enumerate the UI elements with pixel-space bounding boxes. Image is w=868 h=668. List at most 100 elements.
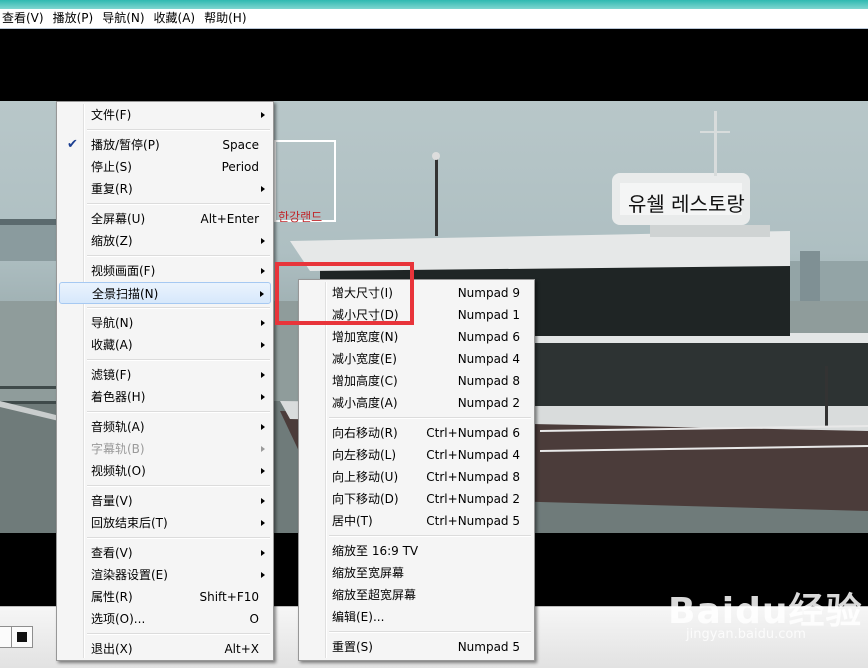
menu-item-label: 播放/暂停(P) bbox=[91, 138, 160, 152]
menu-item-label: 重复(R) bbox=[91, 182, 133, 196]
menu-item-r-27[interactable]: 属性(R) Shift+F10 bbox=[59, 586, 271, 608]
menu-separator bbox=[329, 631, 531, 633]
menu-item-v-22[interactable]: 音量(V) bbox=[59, 490, 271, 512]
menu-item-shortcut: Period bbox=[221, 160, 259, 174]
menu-item-label: 收藏(A) bbox=[91, 338, 133, 352]
menu-separator bbox=[87, 129, 270, 131]
submenu-arrow-icon bbox=[261, 394, 265, 400]
submenu-arrow-icon bbox=[261, 424, 265, 430]
menu-item-shortcut: Numpad 4 bbox=[457, 352, 520, 366]
menu-item-n-2[interactable]: 增加宽度(N) Numpad 6 bbox=[301, 326, 532, 348]
menu-item-o-28[interactable]: 选项(O)... O bbox=[59, 608, 271, 630]
menubar-favorites[interactable]: 收藏(A) bbox=[151, 9, 202, 28]
menu-item-a-5[interactable]: 减小高度(A) Numpad 2 bbox=[301, 392, 532, 414]
submenu-arrow-icon bbox=[261, 446, 265, 452]
menu-item-label: 重置(S) bbox=[332, 640, 373, 654]
menu-item-l-8[interactable]: 向左移动(L) Ctrl+Numpad 4 bbox=[301, 444, 532, 466]
menu-item-shortcut: Numpad 6 bbox=[457, 330, 520, 344]
menu-item-f-0[interactable]: 文件(F) bbox=[59, 104, 271, 126]
menu-item-label: 缩放至 16:9 TV bbox=[332, 544, 419, 558]
menu-item-label: 回放结束后(T) bbox=[91, 516, 168, 530]
menu-item-item-14[interactable]: 缩放至宽屏幕 bbox=[301, 562, 532, 584]
menu-bar: 查看(V) 播放(P) 导航(N) 收藏(A) 帮助(H) bbox=[0, 9, 868, 29]
menu-item-shortcut: Ctrl+Numpad 5 bbox=[426, 514, 520, 528]
menu-item-f-9[interactable]: 视频画面(F) bbox=[59, 260, 271, 282]
menu-item-item-15[interactable]: 缩放至超宽屏幕 bbox=[301, 584, 532, 606]
menu-item-label: 减小宽度(E) bbox=[332, 352, 397, 366]
menu-item-label: 向左移动(L) bbox=[332, 448, 397, 462]
menu-item-shortcut: Numpad 5 bbox=[457, 640, 520, 654]
menu-item-s-18[interactable]: 重置(S) Numpad 5 bbox=[301, 636, 532, 658]
submenu-arrow-icon bbox=[261, 238, 265, 244]
menu-separator bbox=[87, 359, 270, 361]
menubar-navigate[interactable]: 导航(N) bbox=[99, 9, 150, 28]
submenu-arrow-icon bbox=[261, 372, 265, 378]
menu-item-f-15[interactable]: 滤镜(F) bbox=[59, 364, 271, 386]
menu-item-e-26[interactable]: 渲染器设置(E) bbox=[59, 564, 271, 586]
context-menu: 文件(F) ✔ 播放/暂停(P) Space 停止(S) Period 重复(R) 全屏幕(U… bbox=[56, 101, 274, 661]
menu-separator bbox=[87, 485, 270, 487]
menu-item-o-20[interactable]: 视频轨(O) bbox=[59, 460, 271, 482]
menu-item-h-16[interactable]: 着色器(H) bbox=[59, 386, 271, 408]
menu-item-e-3[interactable]: 减小宽度(E) Numpad 4 bbox=[301, 348, 532, 370]
menu-item-c-4[interactable]: 增加高度(C) Numpad 8 bbox=[301, 370, 532, 392]
menu-item-u-9[interactable]: 向上移动(U) Ctrl+Numpad 8 bbox=[301, 466, 532, 488]
menubar-view[interactable]: 查看(V) bbox=[0, 9, 50, 28]
submenu-arrow-icon bbox=[261, 112, 265, 118]
menu-item-label: 向上移动(U) bbox=[332, 470, 399, 484]
menu-item-label: 属性(R) bbox=[91, 590, 133, 604]
pan-scan-submenu: 增大尺寸(I) Numpad 9 减小尺寸(D) Numpad 1 增加宽度(N) Num… bbox=[298, 279, 535, 661]
boat-sign: 유쉘 레스토랑 bbox=[628, 192, 745, 216]
menu-separator bbox=[87, 633, 270, 635]
submenu-arrow-icon bbox=[261, 320, 265, 326]
menu-item-v-25[interactable]: 查看(V) bbox=[59, 542, 271, 564]
menu-item-z-7[interactable]: 缩放(Z) bbox=[59, 230, 271, 252]
window-title-strip bbox=[0, 0, 868, 9]
menu-item-t-11[interactable]: 居中(T) Ctrl+Numpad 5 bbox=[301, 510, 532, 532]
menubar-play[interactable]: 播放(P) bbox=[50, 9, 100, 28]
menu-item-r-4[interactable]: 重复(R) bbox=[59, 178, 271, 200]
menu-item-e-16[interactable]: 编辑(E)... bbox=[301, 606, 532, 628]
menu-item-r-7[interactable]: 向右移动(R) Ctrl+Numpad 6 bbox=[301, 422, 532, 444]
menu-item-shortcut: Alt+Enter bbox=[200, 212, 259, 226]
menu-item-shortcut: Ctrl+Numpad 8 bbox=[426, 470, 520, 484]
menu-item-a-13[interactable]: 收藏(A) bbox=[59, 334, 271, 356]
baidu-watermark: Baidu经验 jingyan.baidu.com bbox=[668, 572, 863, 652]
menu-item-label: 退出(X) bbox=[91, 642, 133, 656]
menu-item-x-30[interactable]: 退出(X) Alt+X bbox=[59, 638, 271, 660]
menu-item-label: 滤镜(F) bbox=[91, 368, 132, 382]
watermark-url: jingyan.baidu.com bbox=[686, 627, 806, 642]
menu-item-label: 向右移动(R) bbox=[332, 426, 398, 440]
menu-item-label: 停止(S) bbox=[91, 160, 132, 174]
menu-item-label: 着色器(H) bbox=[91, 390, 146, 404]
menu-item-shortcut: Ctrl+Numpad 6 bbox=[426, 426, 520, 440]
submenu-arrow-icon bbox=[261, 520, 265, 526]
menu-item-16-9-tv-13[interactable]: 缩放至 16:9 TV bbox=[301, 540, 532, 562]
menu-separator bbox=[87, 411, 270, 413]
menu-item-label: 音量(V) bbox=[91, 494, 133, 508]
menu-item-n-10[interactable]: 全景扫描(N) bbox=[59, 282, 271, 304]
menu-separator bbox=[329, 535, 531, 537]
menu-item-label: 增加高度(C) bbox=[332, 374, 398, 388]
menubar-help[interactable]: 帮助(H) bbox=[201, 9, 252, 28]
menu-item-label: 增加宽度(N) bbox=[332, 330, 399, 344]
menu-item-a-18[interactable]: 音频轨(A) bbox=[59, 416, 271, 438]
menu-item-label: 缩放(Z) bbox=[91, 234, 133, 248]
menu-item-label: 文件(F) bbox=[91, 108, 132, 122]
stop-button[interactable] bbox=[11, 626, 33, 648]
menu-item-n-12[interactable]: 导航(N) bbox=[59, 312, 271, 334]
menu-separator bbox=[87, 203, 270, 205]
menu-item-label: 减小高度(A) bbox=[332, 396, 398, 410]
menu-item-label: 音频轨(A) bbox=[91, 420, 145, 434]
menu-item-t-23[interactable]: 回放结束后(T) bbox=[59, 512, 271, 534]
checkmark-icon: ✔ bbox=[67, 137, 78, 152]
menu-item-shortcut: Ctrl+Numpad 2 bbox=[426, 492, 520, 506]
menu-item-shortcut: Shift+F10 bbox=[199, 590, 259, 604]
menu-item-u-6[interactable]: 全屏幕(U) Alt+Enter bbox=[59, 208, 271, 230]
menu-item-shortcut: Space bbox=[222, 138, 259, 152]
menu-item-b-19: 字幕轨(B) bbox=[59, 438, 271, 460]
menu-separator bbox=[87, 307, 270, 309]
menu-item-p-2[interactable]: ✔ 播放/暂停(P) Space bbox=[59, 134, 271, 156]
menu-item-d-10[interactable]: 向下移动(D) Ctrl+Numpad 2 bbox=[301, 488, 532, 510]
menu-item-s-3[interactable]: 停止(S) Period bbox=[59, 156, 271, 178]
